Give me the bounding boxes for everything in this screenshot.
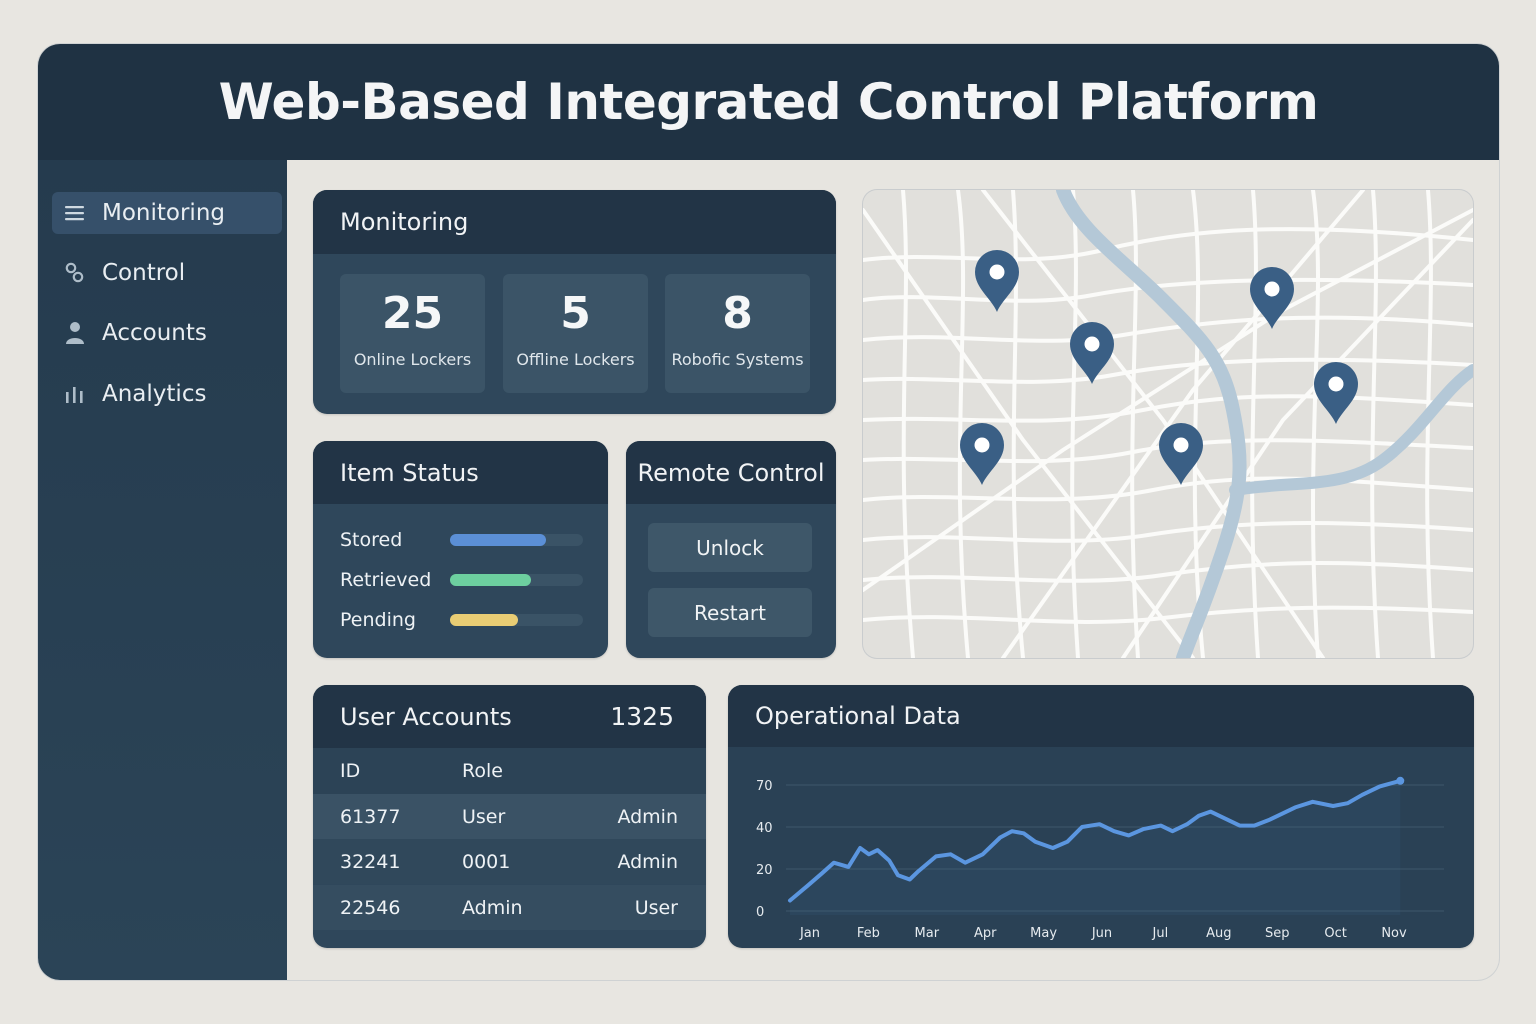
status-label: Stored xyxy=(340,529,403,551)
item-status-card: Item Status Stored Retrieved Pending xyxy=(313,441,608,658)
cell-type: Admin xyxy=(617,805,678,828)
status-label: Pending xyxy=(340,609,416,631)
x-tick-label: Feb xyxy=(857,926,880,941)
link-icon xyxy=(64,262,86,284)
map-pin-icon[interactable] xyxy=(960,423,1004,485)
map-pin-dot xyxy=(1084,336,1100,352)
map-pin-dot xyxy=(989,264,1005,280)
sidebar-item-monitoring[interactable]: Monitoring xyxy=(52,192,282,234)
y-tick-label: 70 xyxy=(756,779,773,794)
stat-label: Online Lockers xyxy=(353,350,472,369)
column-header-role: Role xyxy=(462,760,503,782)
map-streets xyxy=(863,190,1473,658)
bar-chart-icon xyxy=(64,383,86,405)
card-title: Monitoring xyxy=(313,190,836,254)
x-tick-label: May xyxy=(1030,926,1057,941)
map-canvas xyxy=(863,190,1473,658)
sidebar-item-analytics[interactable]: Analytics xyxy=(52,373,282,415)
map-pin-icon[interactable] xyxy=(975,250,1019,312)
cell-role: User xyxy=(462,805,506,828)
restart-button[interactable]: Restart xyxy=(648,588,812,637)
cell-id: 22546 xyxy=(340,896,401,919)
menu-icon xyxy=(64,202,86,224)
map-pin-dot xyxy=(1264,281,1280,297)
user-accounts-card: User Accounts 1325 ID Role 61377 User Ad… xyxy=(313,685,706,948)
table-row[interactable]: 22546 Admin User xyxy=(313,885,706,930)
app-window: Web-Based Integrated Control Platform Mo… xyxy=(38,44,1499,980)
stat-label: Offline Lockers xyxy=(516,350,635,369)
sidebar: Monitoring Control Accounts Analytics xyxy=(38,160,287,980)
stat-offline-lockers[interactable]: 5 Offline Lockers xyxy=(503,274,648,393)
app-title: Web-Based Integrated Control Platform xyxy=(218,73,1319,131)
x-tick-label: Aug xyxy=(1206,926,1231,941)
stat-value: 25 xyxy=(381,288,444,339)
status-bar xyxy=(450,534,583,546)
x-tick-label: Apr xyxy=(974,926,997,941)
x-tick-label: Jul xyxy=(1152,926,1169,941)
cell-role: Admin xyxy=(462,896,523,919)
cell-id: 32241 xyxy=(340,850,401,873)
cell-type: User xyxy=(634,896,678,919)
table-header: ID Role xyxy=(313,748,706,794)
y-tick-label: 0 xyxy=(756,905,764,920)
sidebar-item-label: Control xyxy=(102,260,186,286)
stat-online-lockers[interactable]: 25 Online Lockers xyxy=(340,274,485,393)
table-row[interactable]: 61377 User Admin xyxy=(313,794,706,839)
remote-control-card: Remote Control Unlock Restart xyxy=(626,441,836,658)
map-view[interactable] xyxy=(863,190,1473,658)
stat-value: 5 xyxy=(560,288,591,339)
map-pin-dot xyxy=(1328,376,1344,392)
sidebar-item-label: Monitoring xyxy=(102,200,225,226)
status-row-retrieved: Retrieved xyxy=(340,568,585,592)
stat-label: Robofic Systems xyxy=(671,350,804,369)
status-bar-fill xyxy=(450,534,546,546)
sidebar-item-label: Analytics xyxy=(102,381,207,407)
map-pin-dot xyxy=(1173,437,1189,453)
stat-robotic-systems[interactable]: 8 Robofic Systems xyxy=(665,274,810,393)
x-tick-label: Jun xyxy=(1091,926,1112,941)
user-icon xyxy=(64,322,86,344)
unlock-button[interactable]: Unlock xyxy=(648,523,812,572)
y-tick-label: 40 xyxy=(756,821,773,836)
status-row-stored: Stored xyxy=(340,528,585,552)
status-label: Retrieved xyxy=(340,569,432,591)
sidebar-item-control[interactable]: Control xyxy=(52,252,282,294)
card-title: Item Status xyxy=(313,441,608,504)
sidebar-item-label: Accounts xyxy=(102,320,207,346)
status-row-pending: Pending xyxy=(340,608,585,632)
card-header: User Accounts 1325 xyxy=(313,685,706,748)
cell-role: 0001 xyxy=(462,850,511,873)
series-area xyxy=(790,780,1401,915)
status-bar xyxy=(450,614,583,626)
status-bar xyxy=(450,574,583,586)
x-tick-label: Jan xyxy=(799,926,820,941)
y-tick-label: 20 xyxy=(756,863,773,878)
line-chart: 0 20 40 70 Jan Feb Mar Apr May Jun Jul Aug Sep Oct Nov xyxy=(756,776,1444,941)
status-bar-fill xyxy=(450,574,532,586)
map-pin-icon[interactable] xyxy=(1314,362,1358,424)
accounts-count: 1325 xyxy=(610,702,674,731)
x-tick-label: Sep xyxy=(1265,926,1290,941)
x-tick-label: Nov xyxy=(1381,926,1407,941)
stat-value: 8 xyxy=(722,288,753,339)
operational-data-card: Operational Data 0 20 40 70 Jan Feb Mar Apr May J… xyxy=(728,685,1474,948)
card-title: Remote Control xyxy=(626,441,836,504)
sidebar-item-accounts[interactable]: Accounts xyxy=(52,312,282,354)
monitoring-card: Monitoring 25 Online Lockers 5 Offline L… xyxy=(313,190,836,414)
cell-id: 61377 xyxy=(340,805,401,828)
x-tick-label: Mar xyxy=(915,926,940,941)
x-tick-label: Oct xyxy=(1324,926,1346,941)
title-bar: Web-Based Integrated Control Platform xyxy=(38,44,1499,160)
card-title: Operational Data xyxy=(728,685,1474,747)
table-row[interactable]: 32241 0001 Admin xyxy=(313,839,706,884)
card-title: User Accounts xyxy=(340,702,512,731)
series-endpoint xyxy=(1396,776,1405,785)
cell-type: Admin xyxy=(617,850,678,873)
map-river xyxy=(1056,190,1247,658)
status-bar-fill xyxy=(450,614,518,626)
column-header-id: ID xyxy=(340,760,361,782)
map-pin-dot xyxy=(974,437,990,453)
